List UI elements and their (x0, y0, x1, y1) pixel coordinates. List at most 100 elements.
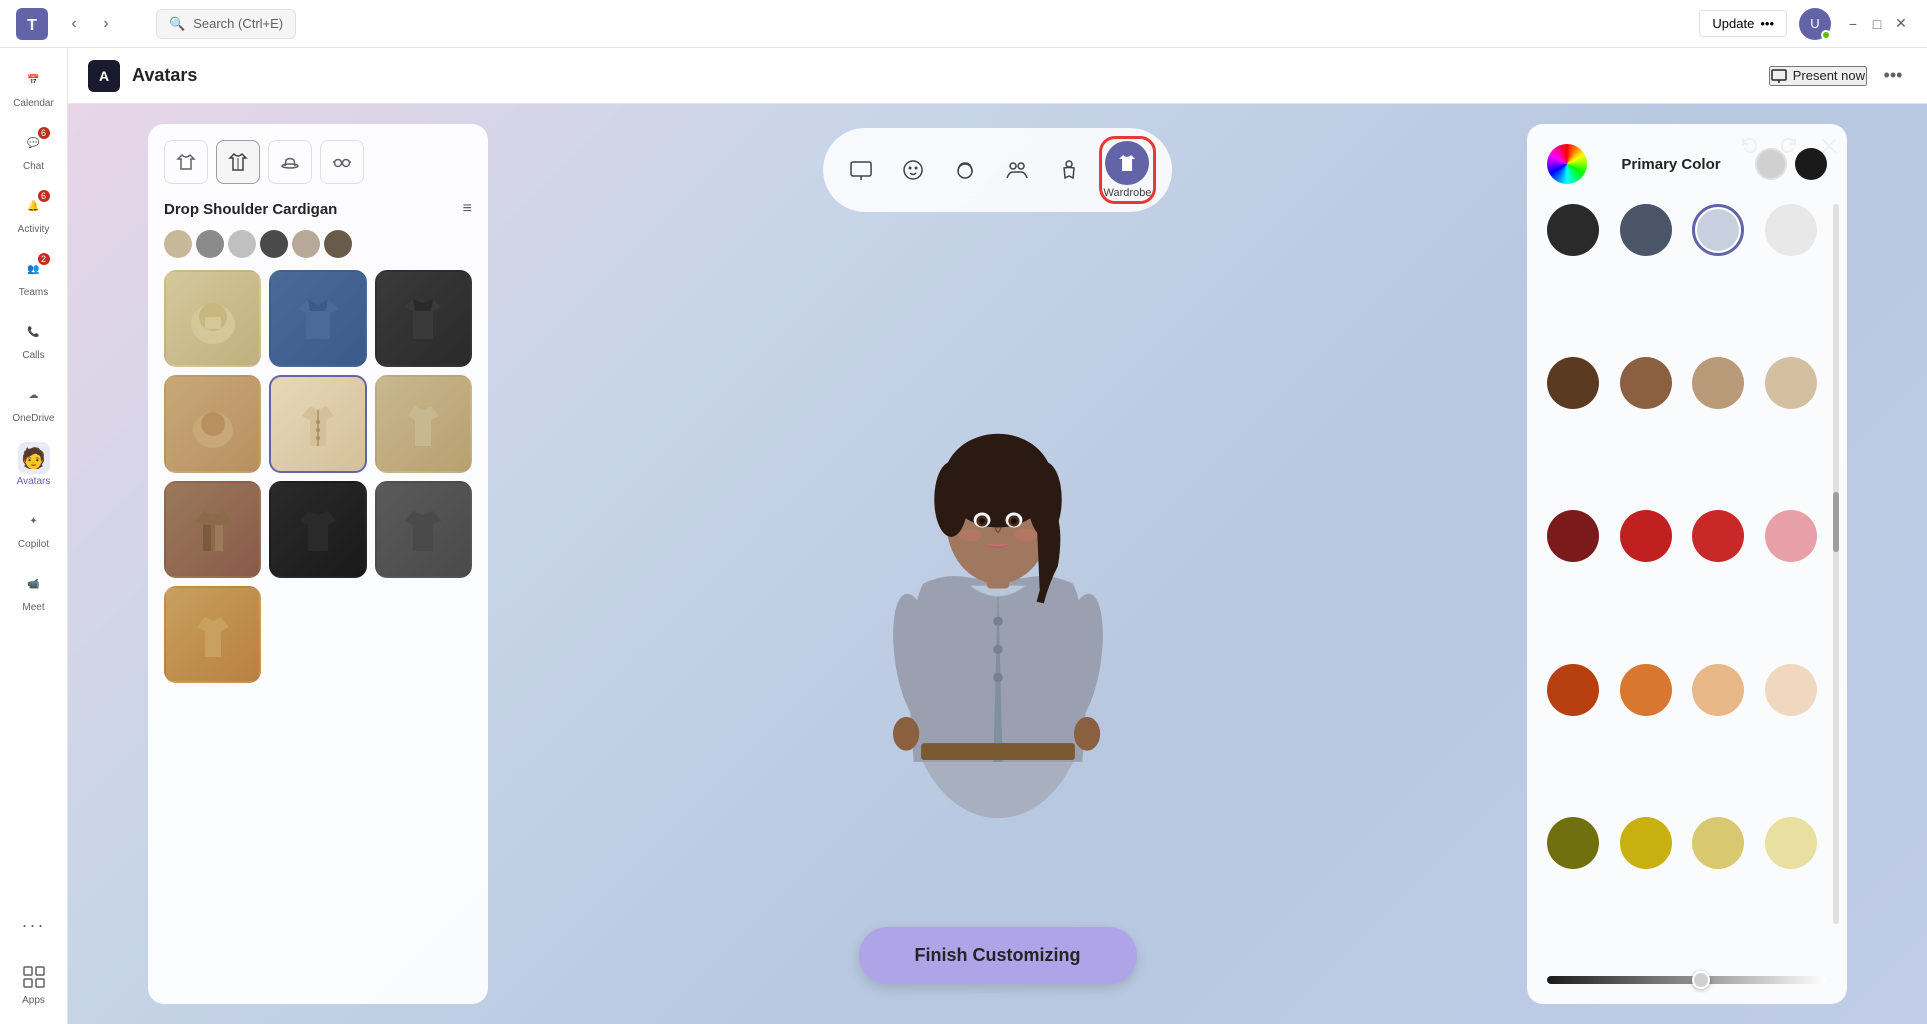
avatars-icon: 🧑 (21, 446, 46, 471)
meet-icon: 📹 (27, 579, 39, 590)
color-swatch-9[interactable] (1620, 510, 1672, 562)
item-card-10[interactable] (164, 586, 261, 683)
activity-badge: 6 (36, 188, 52, 204)
color-swatch-5[interactable] (1620, 357, 1672, 409)
item-card-6[interactable] (375, 375, 472, 472)
color-swatch-18[interactable] (1692, 817, 1744, 869)
item-card-4[interactable] (164, 375, 261, 472)
present-now-button[interactable]: Present now (1769, 66, 1867, 86)
color-strip-2[interactable] (196, 230, 224, 258)
right-panel: Primary Color (1527, 124, 1847, 1004)
color-swatch-16[interactable] (1547, 817, 1599, 869)
color-swatch-17[interactable] (1620, 817, 1672, 869)
items-scroll (164, 270, 472, 988)
colors-grid (1547, 204, 1827, 960)
color-swatch-15[interactable] (1765, 664, 1817, 716)
filter-icon[interactable]: ≡ (463, 200, 472, 218)
toolbar-face-button[interactable] (891, 148, 935, 192)
brightness-thumb[interactable] (1692, 971, 1710, 989)
toolbar-hair-button[interactable] (943, 148, 987, 192)
color-strip-5[interactable] (292, 230, 320, 258)
panel-scrollbar-thumb[interactable] (1833, 492, 1839, 552)
update-button[interactable]: Update ••• (1699, 10, 1787, 37)
item-card-7[interactable] (164, 481, 261, 578)
toolbar-body-button[interactable] (1047, 148, 1091, 192)
sidebar-item-onedrive[interactable]: ☁ OneDrive (6, 371, 62, 432)
color-swatch-6[interactable] (1692, 357, 1744, 409)
sidebar-item-activity[interactable]: 🔔 6 Activity (6, 182, 62, 243)
close-button[interactable]: ✕ (1891, 14, 1911, 34)
color-swatch-12[interactable] (1547, 664, 1599, 716)
color-swatch-13[interactable] (1620, 664, 1672, 716)
sidebar-item-calendar[interactable]: 📅 Calendar (6, 56, 62, 117)
apps-icon (23, 966, 45, 988)
activity-icon: 🔔 (27, 201, 39, 212)
item-card-9[interactable] (375, 481, 472, 578)
forward-button[interactable]: › (92, 10, 120, 38)
sidebar-item-teams[interactable]: 👥 2 Teams (6, 245, 62, 306)
avatar-figure (848, 340, 1148, 828)
item-card-5[interactable] (269, 375, 366, 472)
app-header-right: Present now ••• (1769, 62, 1907, 90)
toolbar-group-button[interactable] (995, 148, 1039, 192)
color-swatch-8[interactable] (1547, 510, 1599, 562)
maximize-button[interactable]: □ (1867, 14, 1887, 34)
color-swatch-1[interactable] (1620, 204, 1672, 256)
teams-icon: 👥 (27, 264, 39, 275)
main-content: A Avatars Present now ••• (68, 48, 1927, 1024)
sidebar-item-meet[interactable]: 📹 Meet (6, 560, 62, 621)
item-card-3[interactable] (375, 270, 472, 367)
color-strip-3[interactable] (228, 230, 256, 258)
sidebar-item-copilot[interactable]: ✦ Copilot (6, 497, 62, 558)
chat-icon-wrap: 💬 6 (18, 127, 50, 159)
color-swatch-19[interactable] (1765, 817, 1817, 869)
more-icon: ··· (22, 915, 46, 936)
sidebar-label-apps: Apps (22, 995, 45, 1006)
sidebar-item-more[interactable]: ··· (6, 901, 62, 951)
app-title: Avatars (132, 65, 197, 86)
header-more-button[interactable]: ••• (1879, 62, 1907, 90)
finish-customizing-button[interactable]: Finish Customizing (859, 927, 1137, 984)
update-label: Update (1712, 16, 1754, 31)
color-swatch-0[interactable] (1547, 204, 1599, 256)
color-swatch-11[interactable] (1765, 510, 1817, 562)
brightness-track[interactable] (1547, 976, 1827, 984)
color-swatch-14[interactable] (1692, 664, 1744, 716)
tab-glasses[interactable] (320, 140, 364, 184)
color-strip-1[interactable] (164, 230, 192, 258)
toolbar-wardrobe-button[interactable] (1105, 141, 1149, 185)
sidebar-item-avatars[interactable]: 🧑 Avatars (6, 434, 62, 495)
color-swatch-3[interactable] (1765, 204, 1817, 256)
primary-color-label: Primary Color (1621, 156, 1720, 173)
color-wheel[interactable] (1547, 144, 1587, 184)
item-card-1[interactable] (164, 270, 261, 367)
color-strip-4[interactable] (260, 230, 288, 258)
more-icon-wrap: ··· (18, 909, 50, 941)
sidebar-item-chat[interactable]: 💬 6 Chat (6, 119, 62, 180)
color-swatch-10[interactable] (1692, 510, 1744, 562)
sidebar: 📅 Calendar 💬 6 Chat 🔔 6 Activity 👥 2 Tea… (0, 48, 68, 1024)
brightness-slider[interactable] (1547, 976, 1827, 984)
back-button[interactable]: ‹ (60, 10, 88, 38)
minimize-button[interactable]: − (1843, 14, 1863, 34)
panel-scrollbar[interactable] (1833, 204, 1839, 924)
color-swatch-4[interactable] (1547, 357, 1599, 409)
search-bar[interactable]: 🔍 Search (Ctrl+E) (156, 9, 296, 39)
tab-hat[interactable] (268, 140, 312, 184)
toolbar-screen-button[interactable] (839, 148, 883, 192)
color-swatch-2[interactable] (1692, 204, 1744, 256)
selected-color-light[interactable] (1755, 148, 1787, 180)
copilot-icon: ✦ (29, 516, 37, 527)
color-swatch-7[interactable] (1765, 357, 1817, 409)
tab-tops[interactable] (164, 140, 208, 184)
activity-icon-wrap: 🔔 6 (18, 190, 50, 222)
sidebar-item-calls[interactable]: 📞 Calls (6, 308, 62, 369)
sidebar-item-apps[interactable]: Apps (6, 953, 62, 1014)
color-strip-6[interactable] (324, 230, 352, 258)
user-avatar[interactable]: U (1799, 8, 1831, 40)
selected-color-dark[interactable] (1795, 148, 1827, 180)
items-grid (164, 270, 472, 683)
tab-cardigan[interactable] (216, 140, 260, 184)
item-card-8[interactable] (269, 481, 366, 578)
item-card-2[interactable] (269, 270, 366, 367)
